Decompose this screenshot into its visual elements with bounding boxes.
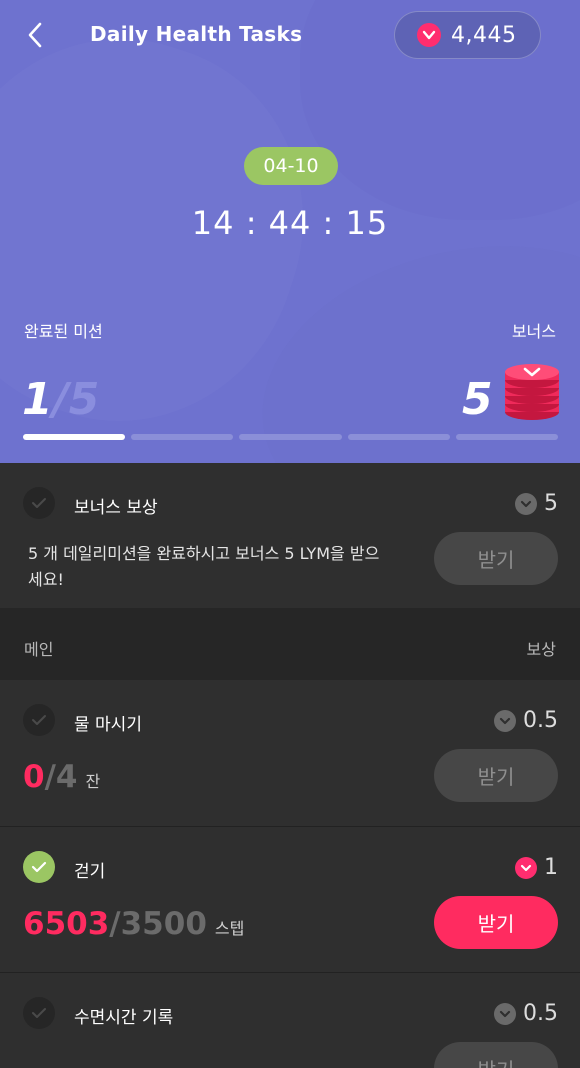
receive-button[interactable]: 받기 (434, 532, 558, 585)
bonus-reward-card: 보너스 보상 5 5 개 데일리미션을 완료하시고 보너스 5 LYM을 받으세… (0, 463, 580, 608)
progress-unit: 잔 (85, 772, 101, 791)
progress-segment (347, 434, 450, 440)
heart-coin-icon (515, 492, 537, 515)
task-name: 보너스 보상 (74, 498, 158, 518)
receive-button[interactable]: 받기 (434, 896, 558, 949)
header-panel: Daily Health Tasks 4,445 04-10 14 : 44 :… (0, 0, 580, 463)
completed-total: /5 (52, 374, 100, 425)
task-name: 수면시간 기록 (74, 1008, 174, 1028)
mission-progress-bar (23, 434, 559, 440)
task-reward: 1 (515, 855, 558, 880)
reward-value: 0.5 (523, 1001, 558, 1026)
task-progress: 6503/3500 스텝 (23, 906, 244, 942)
progress-segment (239, 434, 342, 440)
task-card: 물 마시기 0.5 0/4 잔 받기 (0, 680, 580, 826)
task-reward: 0.5 (494, 708, 558, 733)
heart-coin-icon (515, 856, 537, 879)
receive-button[interactable]: 받기 (434, 1042, 558, 1068)
back-button[interactable] (22, 18, 52, 52)
heart-coin-icon (494, 709, 516, 732)
check-icon (23, 487, 55, 519)
reward-value: 1 (544, 855, 558, 880)
countdown-timer: 14 : 44 : 15 (191, 204, 389, 242)
task-reward: 5 (515, 491, 558, 516)
section-header: 메인 보상 (0, 608, 580, 680)
completed-count: 1/5 (22, 374, 99, 425)
page-title: Daily Health Tasks (90, 22, 303, 46)
bonus-description: 5 개 데일리미션을 완료하시고 보너스 5 LYM을 받으세요! (28, 544, 380, 589)
date-badge: 04-10 (244, 147, 338, 185)
progress-current: 0 (23, 759, 45, 795)
check-icon (23, 704, 55, 736)
bonus-label: 보너스 (511, 322, 556, 341)
chevron-left-icon (28, 22, 42, 48)
reward-value: 5 (544, 491, 558, 516)
task-progress: 0/4 잔 (23, 759, 100, 795)
reward-value: 0.5 (523, 708, 558, 733)
completed-current: 1 (22, 374, 53, 425)
task-card: 걷기 1 6503/3500 스텝 받기 (0, 827, 580, 972)
section-reward-label: 보상 (526, 640, 556, 659)
check-icon (23, 997, 55, 1029)
bonus-value: 5 (462, 374, 493, 425)
completed-missions-label: 완료된 미션 (24, 322, 103, 341)
receive-button[interactable]: 받기 (434, 749, 558, 802)
coin-balance[interactable]: 4,445 (394, 11, 541, 59)
task-card: 수면시간 기록 0.5 받기 (0, 973, 580, 1068)
progress-segment (131, 434, 234, 440)
progress-unit: 스텝 (214, 919, 245, 938)
progress-target: /4 (44, 759, 78, 795)
task-name: 물 마시기 (74, 715, 142, 735)
task-name: 걷기 (74, 862, 106, 882)
check-icon (23, 851, 55, 883)
progress-segment (455, 434, 559, 440)
coin-stack-icon (505, 364, 559, 420)
section-main-label: 메인 (24, 640, 54, 659)
heart-coin-icon (417, 23, 441, 47)
balance-value: 4,445 (451, 22, 517, 48)
progress-segment (23, 434, 126, 440)
progress-target: /3500 (109, 906, 207, 942)
progress-current: 6503 (23, 906, 110, 942)
task-reward: 0.5 (494, 1001, 558, 1026)
heart-coin-icon (494, 1002, 516, 1025)
